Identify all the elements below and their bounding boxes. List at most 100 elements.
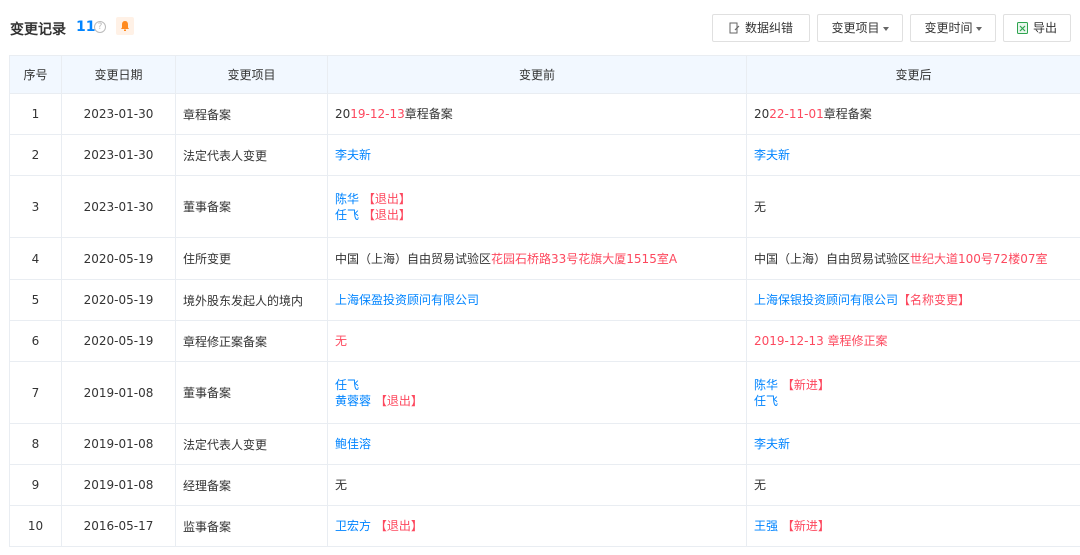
entity-link[interactable]: 鲍佳溶 [335, 437, 371, 451]
value-text: 【新进】 [778, 519, 830, 533]
before-line: 李夫新 [335, 147, 739, 163]
before-line: 陈华 【退出】 [335, 191, 739, 207]
table-row: 2 2023-01-30 法定代表人变更 李夫新 李夫新 [9, 134, 1080, 176]
value-after: 李夫新 [746, 423, 1080, 465]
value-before: 上海保盈投资顾问有限公司 [327, 279, 747, 321]
before-line: 无 [335, 477, 739, 493]
bell-icon[interactable] [116, 17, 134, 35]
table-row: 5 2020-05-19 境外股东发起人的境内 上海保盈投资顾问有限公司 上海保银投资顾… [9, 279, 1080, 321]
value-before: 陈华 【退出】 任飞 【退出】 [327, 175, 747, 238]
before-line: 鲍佳溶 [335, 436, 739, 452]
change-time-label: 变更时间 [924, 21, 973, 35]
row-index: 8 [9, 423, 62, 465]
value-text: 无 [335, 334, 348, 348]
entity-link[interactable]: 上海保盈投资顾问有限公司 [335, 293, 479, 307]
change-item: 境外股东发起人的境内 [175, 279, 328, 321]
table-row: 9 2019-01-08 经理备案无无 [9, 464, 1080, 506]
value-text: 【退出】 [371, 393, 423, 408]
value-text: 世纪大道100号72楼07室 [910, 251, 1048, 266]
data-correction-button[interactable]: 数据纠错 [712, 14, 810, 42]
value-text: 【退出】 [359, 207, 411, 222]
value-text: 【退出】 [371, 519, 423, 533]
before-line: 无 [335, 333, 739, 349]
entity-link[interactable]: 李夫新 [754, 437, 790, 451]
entity-link[interactable]: 李夫新 [335, 148, 371, 162]
change-item-dropdown[interactable]: 变更项目 [817, 14, 903, 42]
after-line: 2019-12-13 章程修正案 [754, 333, 1073, 349]
column-header: 变更项目 [175, 55, 328, 94]
value-text: 无 [754, 199, 767, 214]
value-text: 【退出】 [359, 191, 411, 206]
after-line: 2022-11-01章程备案 [754, 106, 1073, 122]
change-date: 2020-05-19 [61, 320, 176, 362]
value-text: 20 [754, 107, 770, 121]
entity-link[interactable]: 陈华 [754, 378, 778, 392]
section-title: 变更记录 [10, 22, 66, 38]
before-line: 黄蓉蓉 【退出】 [335, 393, 739, 409]
row-index: 2 [9, 134, 62, 176]
value-text: 19-12-13 [350, 107, 405, 121]
value-text: 2019-12-13 章程修正案 [754, 334, 888, 348]
before-line: 任飞 【退出】 [335, 207, 739, 223]
after-line: 中国（上海）自由贸易试验区世纪大道100号72楼07室 [754, 251, 1073, 267]
change-item: 法定代表人变更 [175, 423, 328, 465]
column-header: 序号 [9, 55, 62, 94]
value-after: 陈华 【新进】 任飞 [746, 361, 1080, 424]
row-index: 1 [9, 93, 62, 135]
change-date: 2020-05-19 [61, 237, 176, 280]
export-label: 导出 [1032, 21, 1057, 35]
before-line: 中国（上海）自由贸易试验区花园石桥路33号花旗大厦1515室A [335, 251, 739, 267]
export-button[interactable]: 导出 [1003, 14, 1071, 42]
value-before: 李夫新 [327, 134, 747, 176]
value-after: 中国（上海）自由贸易试验区世纪大道100号72楼07室 [746, 237, 1080, 280]
table-row: 10 2016-05-17 监事备案 卫宏方 【退出】 王强 【新进】 [9, 505, 1080, 547]
value-before: 2019-12-13章程备案 [327, 93, 747, 135]
value-after: 2019-12-13 章程修正案 [746, 320, 1080, 362]
help-icon[interactable]: ? [94, 21, 106, 33]
caret-down-icon [882, 26, 889, 31]
table-row: 6 2020-05-19 章程修正案备案无 2019-12-13 章程修正案 [9, 320, 1080, 362]
change-item: 董事备案 [175, 361, 328, 424]
change-time-dropdown[interactable]: 变更时间 [910, 14, 996, 42]
change-item: 章程备案 [175, 93, 328, 135]
value-text: 章程备案 [404, 107, 453, 121]
entity-link[interactable]: 李夫新 [754, 148, 790, 162]
row-index: 7 [9, 361, 62, 424]
value-text: 【名称变更】 [898, 293, 971, 307]
value-text: 无 [335, 478, 348, 492]
value-after: 无 [746, 175, 1080, 238]
section-header: 变更记录 11 ? 数据纠错 变更项目 变更时间 导出 [0, 0, 1080, 54]
value-after: 无 [746, 464, 1080, 506]
before-line: 2019-12-13章程备案 [335, 106, 739, 122]
column-header: 变更前 [327, 55, 747, 94]
change-date: 2020-05-19 [61, 279, 176, 321]
value-before: 任飞 黄蓉蓉 【退出】 [327, 361, 747, 424]
table-row: 3 2023-01-30 董事备案 陈华 【退出】 任飞 【退出】无 [9, 175, 1080, 238]
data-correction-label: 数据纠错 [744, 21, 793, 35]
before-line: 上海保盈投资顾问有限公司 [335, 292, 739, 308]
entity-link[interactable]: 上海保银投资顾问有限公司 [754, 293, 898, 307]
table-row: 8 2019-01-08 法定代表人变更 鲍佳溶 李夫新 [9, 423, 1080, 465]
entity-link[interactable]: 任飞 [335, 208, 359, 222]
entity-link[interactable]: 黄蓉蓉 [335, 394, 371, 408]
entity-link[interactable]: 任飞 [335, 378, 359, 392]
row-index: 3 [9, 175, 62, 238]
change-record-table: 序号 变更日期 变更项目 变更前 变更后 1 2023-01-30 章程备案 2019-12-… [9, 55, 1080, 547]
after-line: 无 [754, 199, 1073, 215]
before-line: 任飞 [335, 377, 739, 393]
table-row: 4 2020-05-19 住所变更 中国（上海）自由贸易试验区花园石桥路33号花旗大厦… [9, 237, 1080, 280]
value-text: 无 [754, 478, 767, 492]
value-text: 【新进】 [778, 377, 830, 392]
change-date: 2019-01-08 [61, 423, 176, 465]
entity-link[interactable]: 王强 [754, 519, 778, 533]
value-text: 中国（上海）自由贸易试验区 [335, 251, 492, 266]
entity-link[interactable]: 任飞 [754, 394, 778, 408]
change-item: 经理备案 [175, 464, 328, 506]
value-after: 上海保银投资顾问有限公司【名称变更】 [746, 279, 1080, 321]
value-after: 王强 【新进】 [746, 505, 1080, 547]
caret-down-icon [975, 26, 982, 31]
value-after: 2022-11-01章程备案 [746, 93, 1080, 135]
entity-link[interactable]: 卫宏方 [335, 519, 371, 533]
entity-link[interactable]: 陈华 [335, 192, 359, 206]
change-item: 监事备案 [175, 505, 328, 547]
